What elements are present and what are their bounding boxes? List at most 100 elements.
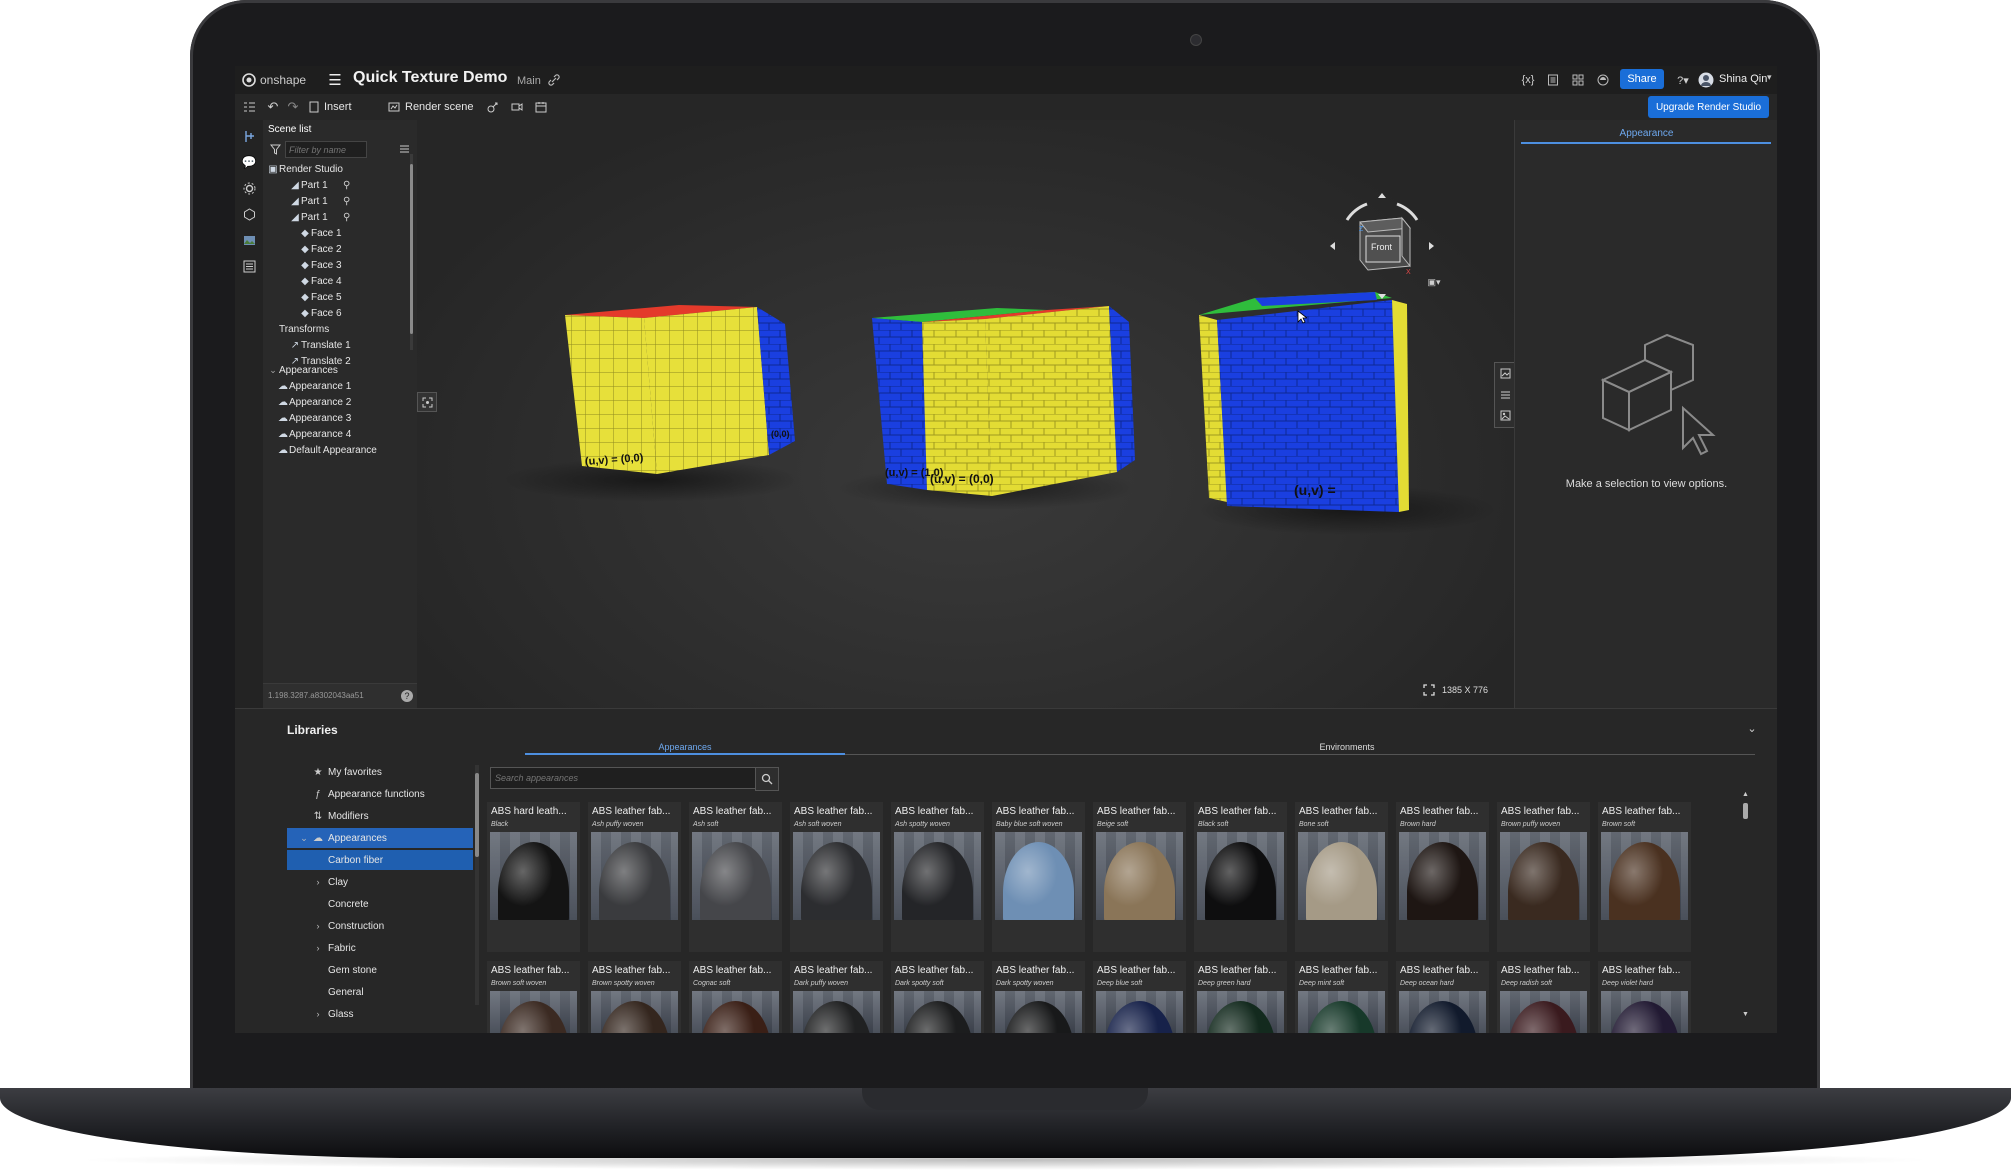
tree-root-render-studio[interactable]: ▣ Render Studio [267,161,343,177]
appearance-tile[interactable]: ABS leather fab... Brown soft woven [487,961,580,1033]
appearance-tile[interactable]: ABS leather fab... Black soft [1194,802,1287,952]
appearance-tile[interactable]: ABS leather fab... Brown hard [1396,802,1489,952]
appearance-item[interactable]: ☁ Appearance 1 [277,378,351,394]
filter-input[interactable] [285,141,367,158]
chevron-icon[interactable]: › [311,877,325,887]
library-tree-scrollbar[interactable] [475,765,479,1005]
appearance-tile[interactable]: ABS leather fab... Baby blue soft woven [992,802,1085,952]
library-tree-item[interactable]: ⇅ Modifiers [287,806,473,826]
appearance-tile[interactable]: ABS leather fab... Brown soft [1598,802,1691,952]
appearance-tile[interactable]: ABS leather fab... Deep violet hard [1598,961,1691,1033]
anchor-icon[interactable]: ⚲ [343,212,350,223]
appearance-tile[interactable]: ABS leather fab... Dark spotty woven [992,961,1085,1033]
lighting-icon[interactable] [1498,387,1512,401]
scroll-up-icon[interactable]: ▲ [1742,791,1749,798]
appearance-tile[interactable]: ABS leather fab... Ash soft woven [790,802,883,952]
cube-1[interactable] [565,305,795,474]
library-tree-scrollbar-thumb[interactable] [475,773,479,857]
scene-tree-item[interactable]: ◆ Face 6 [287,305,341,321]
list-view-icon[interactable] [397,142,411,156]
transform-icon[interactable] [485,99,501,115]
tree-appearances-header[interactable]: ⌄ Appearances [267,362,338,378]
library-tree-item[interactable]: ⌄ ☁ Appearances [287,828,473,848]
tab-environments[interactable]: Environments [1287,742,1407,752]
library-tree-item[interactable]: Gem stone [287,960,473,980]
render-scene-button[interactable]: Render scene [405,101,474,113]
render-mode-icon[interactable] [1498,366,1512,380]
appearance-tile[interactable]: ABS leather fab... Deep mint soft [1295,961,1388,1033]
chevron-icon[interactable]: › [311,1009,325,1019]
scene-tree-item[interactable]: Transforms [267,321,329,337]
scene-scrollbar-track[interactable] [410,154,413,350]
settings-icon[interactable] [241,180,257,196]
scene-tree-item[interactable]: ◢ Part 1 ⚲ [277,209,350,225]
appearance-tile[interactable]: ABS leather fab... Cognac soft [689,961,782,1033]
brand-name[interactable]: onshape [260,73,306,87]
scene-tree-item[interactable]: ↗ Translate 1 [277,337,351,353]
library-tree-item[interactable]: › Glass [287,1004,473,1024]
appearance-tile[interactable]: ABS leather fab... Ash puffy woven [588,802,681,952]
scene-tree-item[interactable]: ◆ Face 5 [287,289,341,305]
tab-appearances[interactable]: Appearances [625,742,745,752]
view-cube-menu-icon[interactable]: ▣▾ [1422,275,1446,289]
appearance-item[interactable]: ☁ Appearance 2 [277,394,351,410]
scene-list-icon[interactable] [241,128,257,144]
render-scene-icon[interactable] [387,99,401,115]
appearance-tile[interactable]: ABS leather fab... Ash soft [689,802,782,952]
tab-appearance[interactable]: Appearance [1515,128,1777,139]
search-icon[interactable] [755,767,779,791]
library-tree-item[interactable]: › Clay [287,872,473,892]
comments-icon[interactable]: 💬 [241,154,257,170]
collapse-chevron-icon[interactable]: ⌄ [1745,721,1759,735]
search-appearances-input[interactable] [490,767,758,789]
scene-tree-item[interactable]: ◢ Part 1 ⚲ [277,177,350,193]
variables-icon[interactable]: {x} [1520,72,1536,88]
appearance-tile[interactable]: ABS hard leath... Black [487,802,580,952]
scene-tree-item[interactable]: ◆ Face 3 [287,257,341,273]
parts-list-icon[interactable] [241,258,257,274]
library-tree-item[interactable]: Carbon fiber [287,850,473,870]
anchor-icon[interactable]: ⚲ [343,196,350,207]
calendar-icon[interactable] [533,99,549,115]
appearance-tile[interactable]: ABS leather fab... Deep green hard [1194,961,1287,1033]
user-name[interactable]: Shina Qin [1719,73,1767,85]
camera-view-icon[interactable] [509,99,525,115]
help-icon[interactable]: ?▾ [1671,72,1695,88]
environment-icon[interactable] [1498,408,1512,422]
feature-list-icon[interactable] [241,99,257,115]
appearance-tile[interactable]: ABS leather fab... Deep radish soft [1497,961,1590,1033]
fullscreen-icon[interactable] [1422,683,1436,697]
library-tree-item[interactable]: › Fabric [287,938,473,958]
appearance-item[interactable]: ☁ Appearance 4 [277,426,351,442]
insert-button[interactable]: Insert [324,101,352,113]
apps-icon[interactable] [1570,72,1586,88]
list-icon[interactable] [1545,72,1561,88]
filter-icon[interactable] [268,142,282,156]
appearance-tile[interactable]: ABS leather fab... Brown puffy woven [1497,802,1590,952]
library-tree-item[interactable]: General [287,982,473,1002]
appearance-tile[interactable]: ABS leather fab... Dark spotty soft [891,961,984,1033]
branch-label[interactable]: Main [517,75,541,87]
learning-icon[interactable] [1595,72,1611,88]
scroll-down-icon[interactable]: ▼ [1742,1011,1749,1018]
undo-icon[interactable]: ↶ [265,99,281,115]
user-avatar-icon[interactable] [1697,71,1715,89]
scene-scrollbar-thumb[interactable] [410,164,413,334]
redo-icon[interactable]: ↷ [285,99,301,115]
appearance-tile[interactable]: ABS leather fab... Dark puffy woven [790,961,883,1033]
chevron-icon[interactable]: ⌄ [297,833,311,844]
library-tree-item[interactable]: ★ My favorites [287,762,473,782]
library-tree-item[interactable]: ƒ Appearance functions [287,784,473,804]
appearance-tile[interactable]: ABS leather fab... Beige soft [1093,802,1186,952]
appearance-item[interactable]: ☁ Appearance 3 [277,410,351,426]
render-viewport[interactable]: (u,v) = (0,0) (0,0) (u,v) = (1,0) (u,v) … [417,120,1514,708]
help-circle-icon[interactable]: ? [401,690,413,702]
cube-3[interactable] [1199,292,1409,512]
appearance-tile[interactable]: ABS leather fab... Deep blue soft [1093,961,1186,1033]
appearance-item[interactable]: ☁ Default Appearance [277,442,377,458]
grid-scrollbar[interactable]: ▲ ▼ [1742,791,1749,1021]
chevron-icon[interactable]: › [311,943,325,953]
anchor-icon[interactable]: ⚲ [343,180,350,191]
user-menu-chevron-icon[interactable]: ▾ [1767,72,1772,83]
appearance-tile[interactable]: ABS leather fab... Bone soft [1295,802,1388,952]
